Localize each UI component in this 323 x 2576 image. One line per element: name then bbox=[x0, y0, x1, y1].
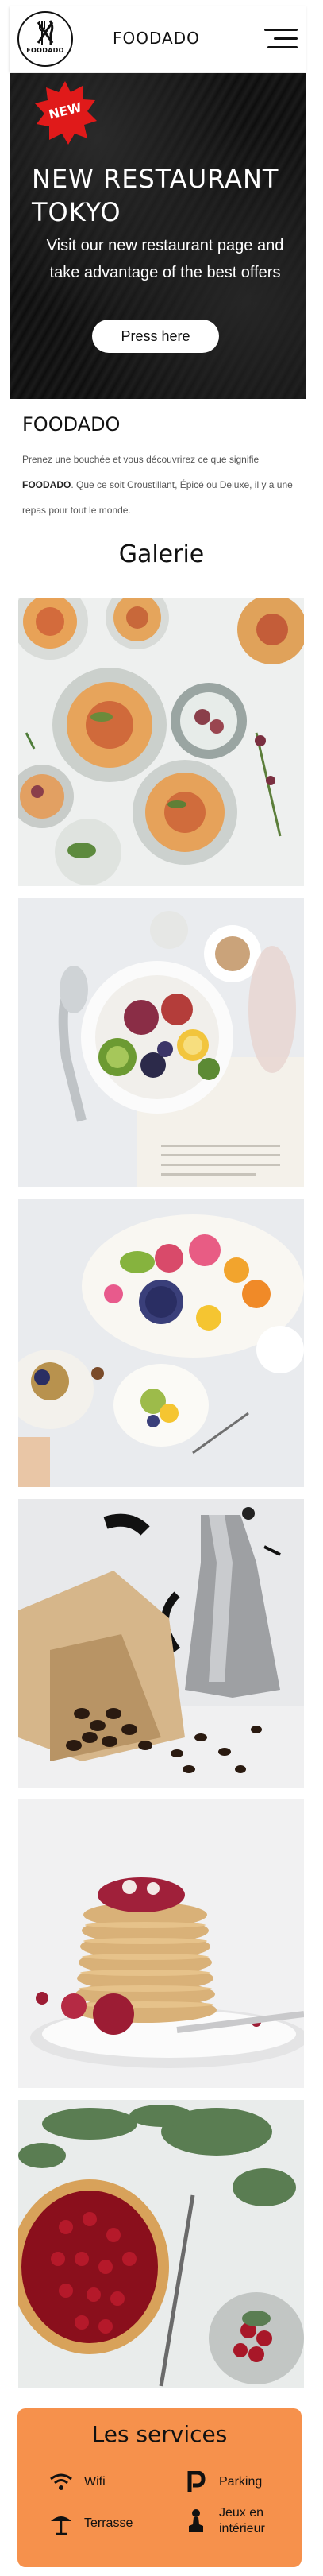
service-games: Jeux en intérieur bbox=[184, 2505, 275, 2537]
gallery-photo-fruit-platter[interactable] bbox=[18, 1199, 304, 1487]
gallery-title: Galerie bbox=[118, 540, 205, 568]
gallery-photo-pancakes[interactable] bbox=[18, 1799, 304, 2088]
service-parking: Parking bbox=[184, 2470, 262, 2494]
site-title: FOODADO bbox=[113, 29, 200, 48]
service-label-terrace: Terrasse bbox=[84, 2516, 133, 2530]
service-terrace: Terrasse bbox=[49, 2512, 133, 2535]
gallery-photo-fruit-bowl[interactable] bbox=[18, 898, 304, 1187]
hero-subtitle: Visit our new restaurant page and take a… bbox=[46, 237, 284, 281]
gallery-photo-tartlets[interactable] bbox=[18, 598, 304, 886]
hamburger-menu-icon[interactable] bbox=[261, 24, 298, 54]
service-label-games: Jeux en intérieur bbox=[219, 2506, 265, 2535]
site-header: FOODADO FOODADO bbox=[10, 6, 306, 72]
parking-icon bbox=[184, 2470, 208, 2494]
intro-text-brand: FOODADO bbox=[22, 479, 71, 490]
fork-knife-icon bbox=[37, 20, 54, 45]
gallery-photo-coffee[interactable] bbox=[18, 1499, 304, 1788]
press-here-button[interactable]: Press here bbox=[92, 320, 219, 353]
logo-text: FOODADO bbox=[26, 47, 64, 54]
intro-title: FOODADO bbox=[22, 413, 121, 436]
intro-text-before: Prenez une bouchée et vous découvrirez c… bbox=[22, 454, 260, 465]
hero-banner: NEW NEW RESTAURANT TOKYO Visit our new r… bbox=[10, 73, 306, 399]
games-icon bbox=[184, 2509, 208, 2533]
service-label-wifi: Wifi bbox=[84, 2475, 106, 2489]
gallery-photo-cranberry-tart[interactable] bbox=[18, 2100, 304, 2388]
intro-text: Prenez une bouchée et vous découvrirez c… bbox=[22, 447, 300, 523]
foodado-logo[interactable]: FOODADO bbox=[17, 11, 73, 67]
hero-title: NEW RESTAURANT TOKYO bbox=[32, 164, 279, 227]
services-title: Les services bbox=[91, 2421, 228, 2447]
new-badge: NEW bbox=[32, 79, 98, 146]
service-wifi: Wifi bbox=[49, 2470, 106, 2494]
services-panel: Les services Wifi Parking Terrasse Jeux … bbox=[17, 2408, 302, 2567]
terrace-umbrella-icon bbox=[49, 2512, 73, 2535]
service-label-parking: Parking bbox=[219, 2475, 263, 2489]
wifi-icon bbox=[49, 2470, 73, 2494]
